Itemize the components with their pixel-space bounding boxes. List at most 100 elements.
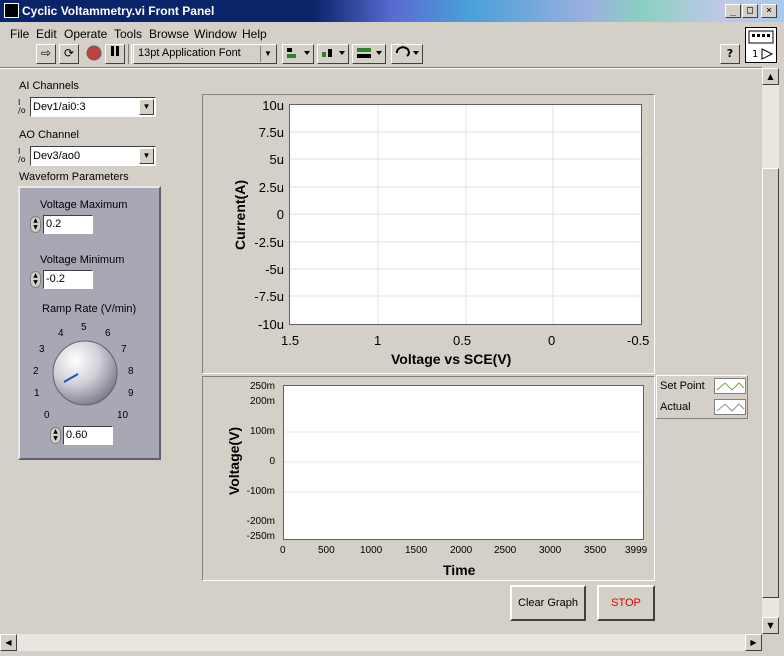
ai-channels-value: Dev1/ai0:3 [33,101,86,113]
clear-graph-button[interactable]: Clear Graph [510,585,586,621]
ramp-rate-value[interactable]: 0.60 [63,426,113,445]
x-tick-label: 2000 [450,545,473,556]
menu-file[interactable]: File [10,27,29,41]
svg-text:1: 1 [752,49,758,60]
font-selector[interactable]: 13pt Application Font ▼ [133,44,277,64]
x-tick-label: 3999 [625,545,648,556]
stop-button[interactable]: STOP [597,585,655,621]
menu-tools[interactable]: Tools [114,27,142,41]
cv-plot-area[interactable] [289,104,642,325]
align-objects-icon[interactable] [282,44,314,64]
y-axis-title: Voltage(V) [226,426,242,496]
menu-window[interactable]: Window [194,27,237,41]
y-tick-label: -10u [257,317,284,332]
scroll-right-icon[interactable]: ▶ [745,634,762,651]
ai-channels-label: AI Channels [19,80,79,92]
y-tick-label: -250m [246,531,275,542]
y-tick-label: 10u [262,98,284,113]
ramp-rate-label: Ramp Rate (V/min) [42,303,137,315]
vmin-value[interactable]: -0.2 [43,270,93,289]
dial-tick: 3 [39,344,45,355]
plot-legend[interactable]: Set Point Actual [656,375,748,419]
vertical-scrollbar[interactable]: ▲ ▼ [762,68,779,634]
x-tick-label: 500 [318,545,335,556]
x-tick-label: 0.5 [453,333,472,348]
voltage-time-graph: 250m 200m 100m 0 -100m -200m -250m 0 500… [202,376,655,581]
increment-icon[interactable]: ▲ ▼ [30,216,41,233]
minimize-icon[interactable]: _ [725,4,741,18]
vi-icon[interactable]: 1 [745,27,777,63]
menu-operate[interactable]: Operate [64,27,107,41]
window-title: Cyclic Voltammetry.vi Front Panel [22,4,215,18]
y-tick-label: 2.5u [258,180,284,195]
increment-icon[interactable]: ▲ ▼ [30,271,41,288]
stop-button-label: STOP [611,597,641,609]
menu-edit[interactable]: Edit [36,27,57,41]
resize-grip-icon[interactable] [762,634,779,651]
y-tick-label: 5u [269,152,284,167]
y-tick-label: 200m [249,396,275,407]
distribute-objects-icon[interactable] [317,44,349,64]
ao-channel-label: AO Channel [19,129,79,141]
reorder-icon[interactable] [391,44,423,64]
vertical-scroll-thumb[interactable] [762,168,779,598]
y-tick-label: 0 [276,207,284,222]
x-tick-label: 0 [280,545,286,556]
y-tick-label: 100m [249,426,275,437]
waveform-parameters-cluster: Voltage Maximum ▲ ▼ 0.2 Voltage Minimum ▲… [18,186,161,460]
x-axis-title: Voltage vs SCE(V) [391,351,512,367]
dial-tick: 8 [128,366,134,377]
cv-grid [290,105,641,324]
y-tick-label: -100m [246,486,275,497]
increment-icon[interactable]: ▲ ▼ [50,427,61,444]
abort-icon[interactable] [84,44,104,64]
labview-icon [4,3,19,18]
pause-icon[interactable] [105,44,125,64]
y-tick-label: 0 [269,456,275,467]
chevron-down-icon[interactable]: ▼ [139,148,154,164]
x-tick-label: 3500 [584,545,607,556]
font-selector-value: 13pt Application Font [138,47,241,59]
legend-actual-swatch[interactable] [714,399,746,415]
scroll-left-icon[interactable]: ◀ [0,634,17,651]
scroll-up-icon[interactable]: ▲ [762,68,779,85]
dial-tick: 2 [33,366,39,377]
y-tick-label: 7.5u [258,125,284,140]
ramp-rate-dial[interactable] [50,338,120,408]
dial-tick: 10 [117,410,129,421]
resize-objects-icon[interactable] [352,44,386,64]
x-tick-label: 1 [374,333,382,348]
x-axis-title: Time [443,562,476,578]
cv-graph: 10u 7.5u 5u 2.5u 0 -2.5u -5u -7.5u -10u … [202,94,655,374]
x-tick-label: 0 [548,333,556,348]
maximize-icon[interactable]: □ [742,4,758,18]
waveform-parameters-label: Waveform Parameters [19,171,129,183]
chevron-down-icon[interactable]: ▼ [139,99,154,115]
voltage-grid [284,431,643,493]
dial-tick: 0 [44,410,50,421]
close-icon[interactable]: × [761,4,777,18]
voltage-plot-area[interactable] [283,385,644,540]
vmax-value[interactable]: 0.2 [43,215,93,234]
ai-channels-control[interactable]: I/o Dev1/ai0:3 ▼ [18,97,158,117]
menu-bar: File Edit Operate Tools Browse Window He… [0,24,742,42]
menu-help[interactable]: Help [242,27,267,41]
y-axis-title: Current(A) [232,180,248,250]
ao-channel-control[interactable]: I/o Dev3/ao0 ▼ [18,146,158,166]
ao-channel-value: Dev3/ao0 [33,150,81,162]
run-arrow-icon[interactable]: ⇨ [36,44,56,64]
scroll-down-icon[interactable]: ▼ [762,617,779,634]
vmax-label: Voltage Maximum [40,199,128,211]
run-continuously-icon[interactable]: ⟳ [59,44,79,64]
context-help-icon[interactable]: ? [720,44,740,64]
y-tick-label: 250m [249,381,275,392]
menu-browse[interactable]: Browse [149,27,189,41]
io-icon: I/o [18,98,26,115]
vmin-label: Voltage Minimum [40,254,125,266]
y-tick-label: -7.5u [254,289,284,304]
legend-set-point-swatch[interactable] [714,378,746,394]
y-tick-label: -200m [246,516,275,527]
y-tick-label: -2.5u [254,235,284,250]
horizontal-scrollbar[interactable]: ◀ ▶ [0,634,762,651]
x-tick-label: 2500 [494,545,517,556]
